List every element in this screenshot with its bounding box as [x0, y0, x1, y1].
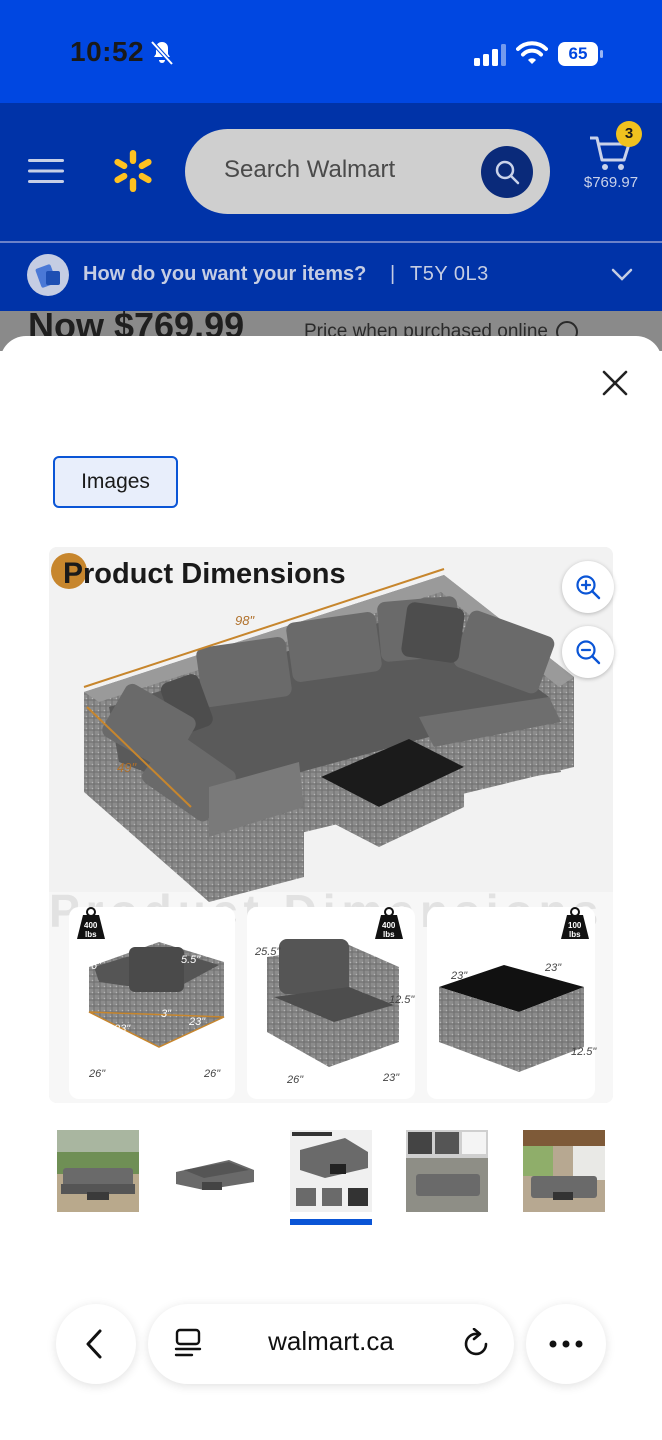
search-placeholder[interactable]: Search Walmart: [224, 156, 395, 184]
corner-dim-23a: 23": [113, 1023, 131, 1035]
reader-mode-icon[interactable]: [174, 1328, 202, 1358]
weight-armless-value: 400: [382, 921, 396, 930]
weight-corner-unit: lbs: [85, 930, 97, 939]
thumbnail-outdoor-scene-1[interactable]: [57, 1130, 139, 1212]
dimension-length: 98": [235, 613, 255, 628]
table-dim-23a: 23": [450, 970, 468, 982]
tab-images[interactable]: Images: [53, 456, 178, 508]
zoom-out-button[interactable]: [562, 626, 614, 678]
thumbnail-white-background[interactable]: [174, 1130, 256, 1212]
zoom-out-icon: [576, 640, 601, 665]
fulfillment-icon: [27, 254, 69, 296]
search-button[interactable]: [481, 146, 533, 198]
menu-icon[interactable]: [28, 157, 64, 185]
thumbnail-image: [57, 1130, 139, 1212]
search-icon: [495, 160, 520, 185]
armless-piece-card: 25.5" 12.5" 26" 23" 400 lbs: [247, 907, 415, 1099]
thumbnail-image: [290, 1130, 372, 1212]
signal-icon: [474, 44, 506, 66]
armless-dim-23: 23": [382, 1072, 400, 1084]
cart-total: $769.97: [583, 174, 639, 191]
corner-dim-26a: 26": [88, 1068, 106, 1080]
weight-corner-value: 400: [84, 921, 98, 930]
battery-level: 65: [568, 44, 588, 63]
wifi-icon: [516, 41, 548, 64]
table-card: 23" 23" 12.5" 100 lbs: [427, 907, 597, 1099]
table-dim-12-5: 12.5": [571, 1046, 597, 1058]
close-icon[interactable]: [600, 368, 630, 398]
dimension-depth: 49": [117, 760, 137, 775]
thumbnail-image: [523, 1130, 605, 1212]
corner-dim-6: 6": [91, 960, 102, 972]
armless-dim-12-5: 12.5": [389, 994, 415, 1006]
ellipsis-icon: [549, 1340, 583, 1348]
walmart-spark-logo[interactable]: [110, 148, 156, 194]
chevron-left-icon: [86, 1329, 102, 1359]
corner-piece-card: 26" 26" 23" 23" 6" 5.5" 3" 400 lbs: [69, 907, 235, 1099]
zoom-in-icon: [576, 575, 601, 600]
selected-thumbnail-indicator: [290, 1219, 372, 1225]
corner-dim-3: 3": [161, 1008, 172, 1020]
chevron-down-icon[interactable]: [610, 266, 634, 284]
weight-armless-unit: lbs: [383, 930, 395, 939]
weight-table-unit: lbs: [569, 930, 581, 939]
bell-off-icon: [150, 40, 174, 66]
corner-dim-5-5: 5.5": [181, 954, 201, 966]
armless-dim-26: 26": [286, 1074, 304, 1086]
thumbnail-image: [174, 1130, 256, 1212]
postal-code: T5Y 0L3: [410, 263, 489, 285]
weight-table-value: 100: [568, 921, 582, 930]
fulfillment-separator: |: [390, 263, 396, 285]
fulfillment-question: How do you want your items?: [83, 263, 367, 285]
image-title-initial: P: [63, 557, 83, 590]
more-options-button[interactable]: [526, 1304, 606, 1384]
armless-dim-25-5: 25.5": [254, 946, 281, 958]
status-time: 10:52: [70, 36, 145, 67]
product-dimensions-graphic: Product Dimensions P roduct Dimensions 9…: [49, 547, 613, 1103]
thumbnail-product-dimensions[interactable]: [290, 1130, 372, 1212]
table-dim-23b: 23": [544, 962, 562, 974]
thumbnail-feature-collage[interactable]: [406, 1130, 488, 1212]
thumbnail-patio-scene[interactable]: [523, 1130, 605, 1212]
image-title: roduct Dimensions: [83, 558, 346, 590]
url-text[interactable]: walmart.ca: [236, 1326, 426, 1357]
cart-count-badge: 3: [616, 121, 642, 147]
product-main-image[interactable]: Product Dimensions P roduct Dimensions 9…: [49, 547, 613, 1103]
corner-dim-26b: 26": [203, 1068, 221, 1080]
corner-dim-23b: 23": [188, 1016, 206, 1028]
back-button[interactable]: [56, 1304, 136, 1384]
zoom-in-button[interactable]: [562, 561, 614, 613]
thumbnail-image: [406, 1130, 488, 1212]
reload-icon[interactable]: [462, 1328, 492, 1358]
